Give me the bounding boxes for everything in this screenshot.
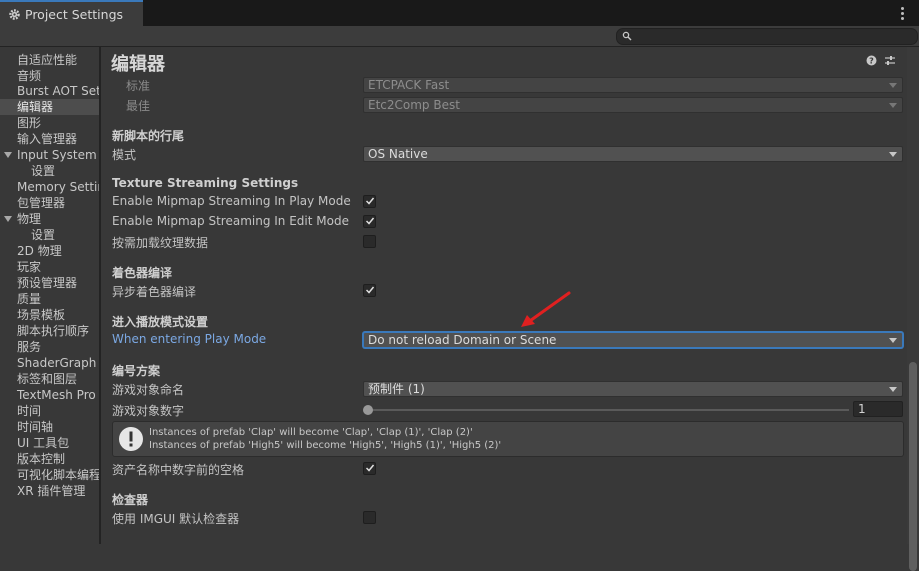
annotation-arrow-icon <box>521 291 571 327</box>
settings-content: 编辑器 ? 标准 ETCPACK Fast 最佳 Etc2Comp Best 新… <box>101 47 919 544</box>
naming-help-box: Instances of prefab 'Clap' will become '… <box>112 421 904 457</box>
sidebar-item-adaptive-performance[interactable]: 自适应性能 <box>17 52 77 68</box>
inspector-header: 检查器 <box>112 493 149 507</box>
sidebar-item-input-system[interactable]: Input System Package <box>17 147 99 163</box>
title-bar: Project Settings <box>0 0 919 26</box>
entering-play-mode-dropdown[interactable]: Do not reload Domain or Scene <box>363 332 903 348</box>
help-text-line-2: Instances of prefab 'High5' will become … <box>149 440 502 451</box>
help-text-line-1: Instances of prefab 'Clap' will become '… <box>149 427 473 438</box>
scrollbar-thumb[interactable] <box>909 362 917 571</box>
checkmark-icon <box>366 197 374 205</box>
line-endings-mode-label: 模式 <box>112 148 137 162</box>
sidebar-item-physics[interactable]: 物理 <box>17 211 41 227</box>
sidebar-item-audio[interactable]: 音频 <box>17 68 41 84</box>
tab-project-settings[interactable]: Project Settings <box>0 0 143 26</box>
sidebar-item-player[interactable]: 玩家 <box>17 259 41 275</box>
info-icon <box>119 427 143 451</box>
mipmap-play-mode-checkbox[interactable] <box>363 195 376 208</box>
chevron-down-icon <box>889 83 897 88</box>
sidebar-item-editor[interactable]: 编辑器 <box>0 99 99 115</box>
sidebar-item-shadergraph[interactable]: ShaderGraph <box>17 355 96 371</box>
sidebar-item-services[interactable]: 服务 <box>17 339 41 355</box>
chevron-down-icon <box>889 387 897 392</box>
game-object-naming-dropdown[interactable]: 预制件 (1) <box>363 381 903 397</box>
digits-slider-track[interactable] <box>368 409 849 411</box>
etc-normal-label: 标准 <box>126 79 151 93</box>
search-input[interactable] <box>616 28 918 45</box>
sidebar-item-quality[interactable]: 质量 <box>17 291 41 307</box>
etc-best-label: 最佳 <box>126 99 151 113</box>
sidebar-item-version-control[interactable]: 版本控制 <box>17 451 65 467</box>
space-before-number-checkbox[interactable] <box>363 462 376 475</box>
chevron-down-icon <box>889 103 897 108</box>
sidebar-item-physics-2d[interactable]: 2D 物理 <box>17 243 62 259</box>
window-menu-icon[interactable] <box>901 7 905 21</box>
chevron-down-icon <box>889 338 897 343</box>
checkmark-icon <box>366 464 374 472</box>
sidebar-item-ui-toolkit[interactable]: UI 工具包 <box>17 435 69 451</box>
sidebar-item-preset-manager[interactable]: 预设管理器 <box>17 275 77 291</box>
sidebar-item-script-execution-order[interactable]: 脚本执行顺序 <box>17 323 89 339</box>
imgui-inspector-checkbox[interactable] <box>363 511 376 524</box>
sidebar-item-timeline[interactable]: 时间轴 <box>17 419 53 435</box>
checkmark-icon <box>366 286 374 294</box>
space-before-number-label: 资产名称中数字前的空格 <box>112 463 245 477</box>
sidebar-item-package-manager[interactable]: 包管理器 <box>17 195 65 211</box>
preset-sliders-icon[interactable] <box>884 55 896 66</box>
etc-best-dropdown[interactable]: Etc2Comp Best <box>363 97 903 113</box>
settings-sidebar: 自适应性能 音频 Burst AOT Settings 编辑器 图形 输入管理器… <box>0 47 99 544</box>
play-mode-header: 进入播放模式设置 <box>112 315 209 329</box>
entering-play-mode-value: Do not reload Domain or Scene <box>368 333 557 347</box>
sidebar-item-burst-aot[interactable]: Burst AOT Settings <box>17 83 99 99</box>
sidebar-item-memory-settings[interactable]: Memory Settings <box>17 179 99 195</box>
chevron-down-icon <box>889 152 897 157</box>
etc-normal-value: ETCPACK Fast <box>368 78 450 92</box>
imgui-inspector-label: 使用 IMGUI 默认检查器 <box>112 512 240 526</box>
svg-text:?: ? <box>869 57 874 66</box>
search-icon <box>622 31 632 41</box>
load-texture-on-demand-checkbox[interactable] <box>363 235 376 248</box>
mipmap-play-mode-label: Enable Mipmap Streaming In Play Mode <box>112 194 351 208</box>
sidebar-item-input-manager[interactable]: 输入管理器 <box>17 131 77 147</box>
etc-best-value: Etc2Comp Best <box>368 98 460 112</box>
mipmap-edit-mode-checkbox[interactable] <box>363 215 376 228</box>
digits-slider-handle[interactable] <box>363 405 373 415</box>
checkmark-icon <box>366 217 374 225</box>
shader-compilation-header: 着色器编译 <box>112 266 173 280</box>
help-icon[interactable]: ? <box>866 55 877 66</box>
load-texture-on-demand-label: 按需加载纹理数据 <box>112 236 209 250</box>
sidebar-item-tags-layers[interactable]: 标签和图层 <box>17 371 77 387</box>
async-shader-label: 异步着色器编译 <box>112 285 197 299</box>
gear-icon <box>9 8 20 20</box>
tab-title: Project Settings <box>25 6 124 22</box>
sidebar-item-physics-settings[interactable]: 设置 <box>31 227 55 243</box>
expand-arrow-icon[interactable] <box>4 216 12 222</box>
page-title: 编辑器 <box>111 54 165 75</box>
etc-normal-dropdown[interactable]: ETCPACK Fast <box>363 77 903 93</box>
digits-number-field[interactable]: 1 <box>853 401 903 417</box>
vertical-scrollbar[interactable] <box>907 47 919 571</box>
sidebar-item-input-settings[interactable]: 设置 <box>31 163 55 179</box>
line-endings-header: 新脚本的行尾 <box>112 129 185 143</box>
expand-arrow-icon[interactable] <box>4 152 12 158</box>
sidebar-item-graphics[interactable]: 图形 <box>17 115 41 131</box>
entering-play-mode-label: When entering Play Mode <box>112 332 267 346</box>
game-object-naming-label: 游戏对象命名 <box>112 383 185 397</box>
sidebar-item-scene-template[interactable]: 场景模板 <box>17 307 65 323</box>
sidebar-item-visual-scripting[interactable]: 可视化脚本编程 <box>17 467 99 483</box>
line-endings-mode-dropdown[interactable]: OS Native <box>363 146 903 162</box>
async-shader-checkbox[interactable] <box>363 284 376 297</box>
sidebar-item-textmesh-pro[interactable]: TextMesh Pro <box>17 387 96 403</box>
sidebar-item-time[interactable]: 时间 <box>17 403 41 419</box>
texture-streaming-header: Texture Streaming Settings <box>112 176 299 190</box>
numbering-scheme-header: 编号方案 <box>112 364 161 378</box>
game-object-digits-label: 游戏对象数字 <box>112 404 185 418</box>
mipmap-edit-mode-label: Enable Mipmap Streaming In Edit Mode <box>112 214 349 228</box>
line-endings-mode-value: OS Native <box>368 147 428 161</box>
game-object-naming-value: 预制件 (1) <box>368 382 425 396</box>
sidebar-item-xr-plugin[interactable]: XR 插件管理 <box>17 483 85 499</box>
